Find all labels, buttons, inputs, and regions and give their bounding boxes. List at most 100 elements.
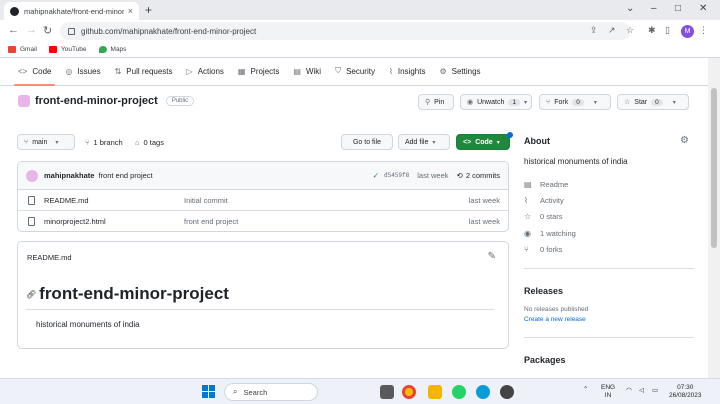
url-field[interactable]: github.com/mahipnakhate/front-end-minor-… [60, 22, 630, 40]
volume-icon[interactable]: ◁ [639, 387, 644, 395]
share-icon[interactable]: ⇪ [590, 25, 598, 36]
battery-icon[interactable]: ▭ [652, 387, 658, 395]
commit-sha[interactable]: d5459f8 [384, 172, 409, 179]
table-row[interactable]: README.md Initial commit last week [18, 190, 508, 211]
extensions-icon[interactable]: ✱ [648, 25, 656, 36]
chevron-down-icon: ▾ [593, 99, 597, 106]
page-scrollbar[interactable] [708, 58, 720, 378]
sidepanel-icon[interactable]: ▯ [665, 25, 670, 36]
packages-heading[interactable]: Packages [524, 355, 566, 365]
tab-issues[interactable]: ◎ Issues [59, 57, 106, 85]
stars-link[interactable]: ☆ 0 stars [524, 212, 563, 221]
book-icon: ▤ [293, 66, 301, 76]
bookmark-maps[interactable]: Maps [98, 46, 126, 53]
bookmark-star-icon[interactable]: ☆ [626, 25, 634, 36]
repo-nav: <> Code ◎ Issues ⇅ Pull requests ▷ Actions ▦… [0, 58, 708, 86]
browser-tab[interactable]: mahipnakhate/front-end-minor × [4, 2, 139, 20]
youtube-icon [48, 46, 57, 53]
share-page-icon[interactable]: ↗ [608, 25, 616, 36]
activity-link[interactable]: ⌇ Activity [524, 196, 564, 205]
clock-time: 07:30 [677, 384, 694, 391]
fork-button[interactable]: ⑂ Fork 0 ▾ [539, 94, 611, 110]
bookmark-label: Gmail [20, 46, 37, 53]
file-icon [28, 195, 35, 205]
commits-link[interactable]: 2 commits [466, 171, 500, 180]
chevron-up-icon[interactable]: ⌃ [583, 386, 588, 394]
author-avatar[interactable] [26, 169, 38, 182]
language-indicator[interactable]: ENG IN [601, 384, 615, 400]
minimize-icon[interactable]: – [651, 3, 657, 14]
gear-icon[interactable]: ⚙ [680, 135, 689, 146]
maximize-icon[interactable]: □ [675, 3, 681, 14]
button-label: Pin [434, 98, 445, 106]
bookmark-youtube[interactable]: YouTube [48, 46, 87, 53]
unwatch-button[interactable]: ◉ Unwatch 1 ▾ [460, 94, 532, 110]
whatsapp-icon[interactable] [452, 385, 466, 399]
star-icon: ☆ [624, 99, 631, 106]
readme-title: front-end-minor-project [39, 284, 229, 303]
releases-heading[interactable]: Releases [524, 286, 563, 296]
repo-owner-avatar[interactable] [18, 95, 30, 107]
create-release-link[interactable]: Create a new release [524, 316, 586, 323]
windows-start-icon[interactable] [202, 385, 215, 398]
menu-icon[interactable]: ⋮ [699, 25, 708, 36]
tab-settings[interactable]: ⚙ Settings [433, 57, 486, 85]
clock[interactable]: 07:30 26/08/2023 [669, 384, 702, 400]
check-icon[interactable]: ✓ [373, 171, 379, 180]
forward-icon[interactable]: → [26, 24, 37, 36]
go-to-file-button[interactable]: Go to file [341, 134, 393, 150]
pencil-icon[interactable]: ✎ [488, 251, 496, 262]
tags-link[interactable]: ⌂ 0 tags [135, 138, 164, 147]
link-icon[interactable]: 🔗︎ [26, 290, 36, 299]
tab-insights[interactable]: ⌇ Insights [383, 57, 431, 85]
tab-search-icon[interactable]: ⌄ [626, 3, 634, 14]
new-tab-button[interactable]: + [145, 3, 152, 17]
file-explorer-icon[interactable] [428, 385, 442, 399]
close-window-icon[interactable]: ✕ [699, 3, 707, 14]
table-row[interactable]: minorproject2.html front end project las… [18, 211, 508, 231]
taskbar-search[interactable]: ⌕ Search [224, 383, 318, 401]
star-count: 0 [651, 98, 663, 106]
profile-avatar[interactable]: M [681, 25, 694, 38]
watching-link[interactable]: ◉ 1 watching [524, 229, 576, 238]
chevron-down-icon: ▾ [432, 139, 436, 146]
reload-icon[interactable]: ↻ [43, 24, 52, 37]
readme-header: README.md [27, 253, 72, 262]
readme-title-row: 🔗︎ front-end-minor-project [26, 284, 494, 310]
tab-pull-requests[interactable]: ⇅ Pull requests [109, 57, 179, 85]
wifi-icon[interactable]: ◠ [626, 387, 632, 395]
file-name[interactable]: README.md [44, 196, 184, 205]
branches-link[interactable]: ⑂ 1 branch [85, 138, 123, 147]
bookmark-gmail[interactable]: Gmail [8, 46, 37, 53]
tab-security[interactable]: ⛉ Security [329, 57, 381, 85]
readme-link[interactable]: ▤ Readme [524, 180, 568, 189]
magnifier-icon[interactable] [500, 385, 514, 399]
task-view-icon[interactable] [380, 385, 394, 399]
commit-time: last week [417, 171, 449, 180]
tab-close-icon[interactable]: × [128, 6, 133, 16]
tab-label: Insights [397, 66, 426, 76]
back-icon[interactable]: ← [8, 24, 19, 36]
edge-icon[interactable] [476, 385, 490, 399]
gear-icon: ⚙ [439, 66, 447, 76]
button-label: Fork [554, 98, 569, 106]
commit-author[interactable]: mahipnakhate [44, 171, 94, 180]
forks-link[interactable]: ⑂ 0 forks [524, 245, 563, 254]
tab-wiki[interactable]: ▤ Wiki [287, 57, 327, 85]
code-button[interactable]: <> Code ▾ [456, 134, 510, 150]
branch-selector[interactable]: ⑂ main ▾ [17, 134, 75, 150]
file-commit-message[interactable]: front end project [184, 217, 238, 226]
tab-label: Wiki [305, 66, 322, 76]
add-file-button[interactable]: Add file ▾ [398, 134, 450, 150]
commit-message[interactable]: front end project [98, 171, 152, 180]
repo-name[interactable]: front-end-minor-project [35, 95, 158, 107]
tab-projects[interactable]: ▦ Projects [232, 57, 285, 85]
star-button[interactable]: ☆ Star 0 ▾ [617, 94, 689, 110]
scrollbar-thumb[interactable] [711, 88, 717, 248]
chrome-icon[interactable] [402, 385, 416, 399]
file-commit-message[interactable]: Initial commit [184, 196, 228, 205]
pin-button[interactable]: ⚲ Pin [418, 94, 454, 110]
tab-actions[interactable]: ▷ Actions [181, 57, 230, 85]
tab-code[interactable]: <> Code [12, 57, 57, 86]
file-name[interactable]: minorproject2.html [44, 217, 184, 226]
